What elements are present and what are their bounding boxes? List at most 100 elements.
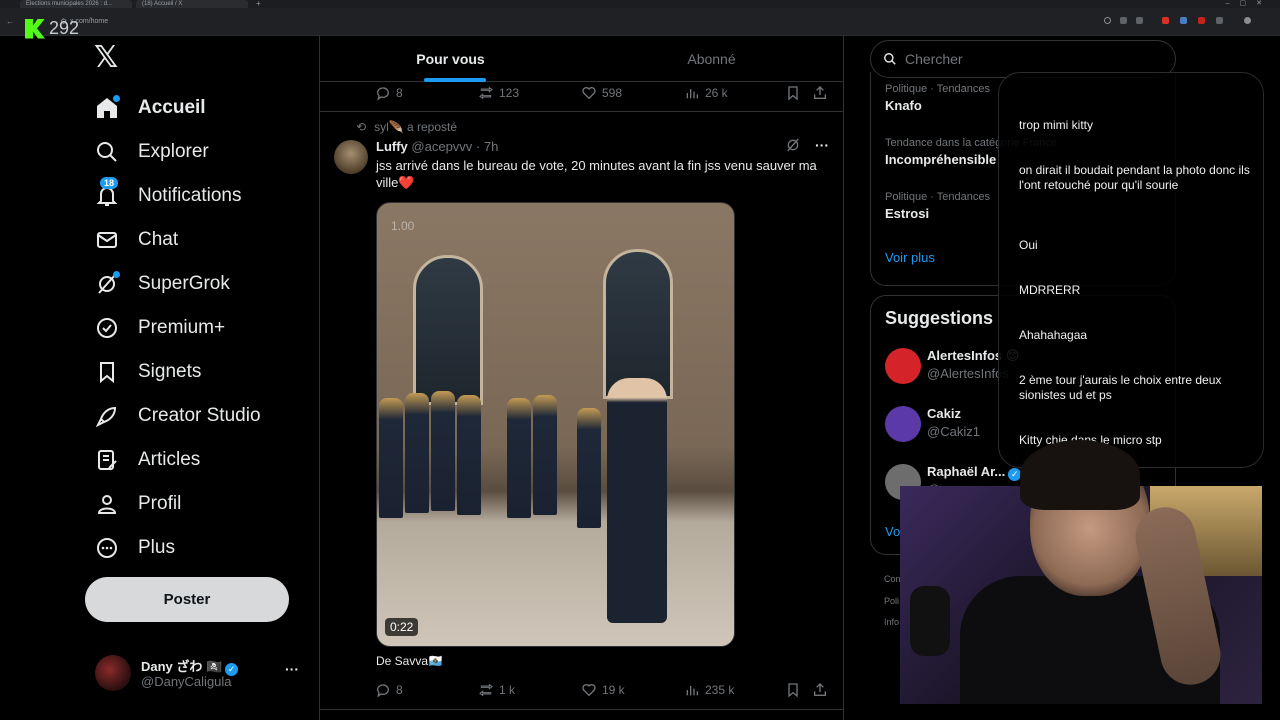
heart-icon (582, 684, 596, 697)
reply-button[interactable]: 8 (375, 85, 403, 101)
repost-count: 1 k (499, 683, 516, 697)
bookmark-icon (788, 683, 798, 698)
show-more-link[interactable]: Voir plus (885, 250, 935, 265)
author-name[interactable]: Luffy (376, 139, 408, 154)
trend-category: Politique · Tendances (885, 191, 990, 203)
reply-button[interactable]: 8 (375, 682, 403, 698)
viewer-count: 292 (49, 18, 80, 38)
unread-dot (113, 271, 120, 278)
footer-link[interactable]: Info (884, 617, 899, 627)
user-display-name: Dany ざわ 🏴‍☠️ ✓ (141, 656, 239, 676)
repost-icon (479, 86, 493, 100)
home-icon (94, 95, 120, 121)
divider (320, 111, 843, 112)
tweet-actions: 8 123 598 26 k (375, 85, 830, 105)
views-button[interactable]: 26 k (684, 85, 728, 101)
sidebar-item-signets[interactable]: Signets (94, 352, 201, 392)
rocket-icon (94, 403, 120, 429)
bookmark-button[interactable] (785, 85, 801, 101)
more-icon[interactable]: ··· (815, 137, 829, 153)
trend-item[interactable]: Politique · Tendances Estrosi (885, 191, 990, 221)
profile-icon[interactable] (1244, 17, 1251, 24)
repost-button[interactable]: 1 k (478, 682, 515, 698)
footer-link[interactable]: Poli (884, 596, 899, 606)
avatar[interactable] (334, 140, 368, 174)
show-more-link[interactable]: Vo (885, 524, 900, 539)
post-button[interactable]: Poster (85, 577, 289, 622)
reply-count: 8 (396, 683, 403, 697)
extensions-icon[interactable] (1216, 17, 1223, 24)
repost-icon (479, 683, 493, 697)
webcam-streamer-hair (1020, 440, 1140, 510)
sidebar-item-supergrok[interactable]: SuperGrok (94, 264, 230, 304)
search-icon (884, 53, 896, 65)
video-scene-guard (457, 395, 481, 515)
like-button[interactable]: 19 k (581, 682, 625, 698)
extension-icon[interactable] (1180, 17, 1187, 24)
cast-icon[interactable] (1120, 17, 1127, 24)
sidebar-item-label: Accueil (138, 97, 206, 118)
sidebar-item-creator-studio[interactable]: Creator Studio (94, 396, 261, 436)
sidebar-item-premium[interactable]: Premium+ (94, 308, 225, 348)
video-source[interactable]: De Savva🇸🇲 (376, 654, 443, 668)
tweet-video[interactable]: 1.00 0:22 (376, 202, 735, 647)
tweet-time[interactable]: · 7h (476, 139, 498, 154)
sidebar-item-explorer[interactable]: Explorer (94, 132, 209, 172)
sidebar-item-label: SuperGrok (138, 273, 230, 294)
share-button[interactable] (812, 682, 828, 698)
tab-title: (18) Accueil / X (142, 1, 183, 7)
views-icon (686, 686, 698, 696)
kick-viewer-counter: 292 (25, 18, 79, 39)
back-icon[interactable]: ← (6, 17, 14, 26)
tab-abonne[interactable]: Abonné (581, 36, 842, 82)
extension-icon[interactable] (1198, 17, 1205, 24)
footer-link[interactable]: Con (884, 574, 901, 584)
video-scene-guard (533, 395, 557, 515)
tweet-header-actions: ··· (785, 137, 829, 153)
suggestion-handle: @Cakiz1 (927, 424, 980, 439)
browser-tab-active[interactable]: (18) Accueil / X (136, 0, 248, 8)
star-icon[interactable] (1136, 17, 1143, 24)
bookmark-button[interactable] (785, 682, 801, 698)
sidebar-item-chat[interactable]: Chat (94, 220, 178, 260)
views-icon (686, 89, 698, 99)
search-icon (94, 139, 120, 165)
sidebar-item-plus[interactable]: Plus (94, 528, 175, 568)
sidebar-item-label: Notifications (138, 185, 242, 206)
window-controls[interactable]: –▢✕ (1226, 0, 1272, 7)
views-button[interactable]: 235 k (684, 682, 734, 698)
like-button[interactable]: 598 (581, 85, 622, 101)
zoom-icon[interactable] (1104, 17, 1111, 24)
more-icon[interactable]: ··· (285, 661, 299, 677)
sidebar-item-articles[interactable]: Articles (94, 440, 200, 480)
extension-icon[interactable] (1162, 17, 1169, 24)
person-icon (94, 491, 120, 517)
account-switcher[interactable]: Dany ざわ 🏴‍☠️ ✓ @DanyCaligula ··· (95, 655, 305, 691)
video-scene-window (413, 255, 483, 405)
sidebar-item-label: Articles (138, 449, 201, 470)
sidebar-item-label: Profil (138, 493, 182, 514)
x-logo-icon[interactable]: 𝕏 (94, 43, 122, 73)
sidebar-item-notifications[interactable]: 18 Notifications (94, 176, 242, 216)
new-tab-icon[interactable]: + (256, 0, 261, 8)
share-button[interactable] (812, 85, 828, 101)
avatar (885, 348, 921, 384)
repost-button[interactable]: 123 (478, 85, 519, 101)
like-count: 598 (602, 86, 623, 100)
mail-icon (94, 227, 120, 253)
chat-message: trop mimi kitty (1019, 118, 1094, 132)
author-handle[interactable]: @acepvvv (411, 139, 472, 154)
video-speed[interactable]: 1.00 (391, 219, 414, 233)
timeline-tabs: Pour vous Abonné (320, 36, 843, 82)
sidebar-item-profil[interactable]: Profil (94, 484, 181, 524)
grok-icon[interactable] (785, 137, 801, 153)
reposted-by-text[interactable]: syl🪶 a reposté (374, 120, 457, 134)
browser-tab[interactable]: Elections municipales 2026 : d... (20, 0, 132, 8)
tab-pour-vous[interactable]: Pour vous (320, 36, 581, 82)
video-scene-guard (431, 391, 455, 511)
sidebar-item-label: Premium+ (138, 317, 226, 338)
verified-icon (94, 315, 120, 341)
sidebar-item-accueil[interactable]: Accueil (94, 88, 206, 128)
trend-item[interactable]: Politique · Tendances Knafo (885, 83, 990, 113)
chat-message: 2 ème tour j'aurais le choix entre deux … (1019, 373, 1222, 402)
